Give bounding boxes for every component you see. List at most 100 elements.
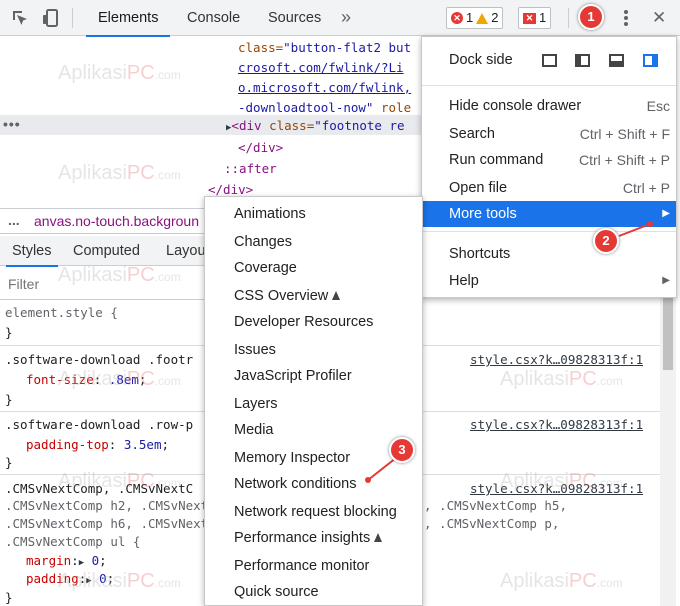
message-count: 1 [539,10,547,25]
dock-right-icon[interactable] [643,54,658,67]
tool-media[interactable]: Media [234,422,274,438]
rule-source-link[interactable]: style.csx?k…09828313f:1 [470,352,643,367]
expand-triangle-icon[interactable]: ▶ [79,558,84,568]
tool-network-request-blocking[interactable]: Network request blocking [234,504,397,520]
dom-line[interactable]: o.microsoft.com/fwlink, [238,80,411,95]
dom-line[interactable]: class="button-flat2 but [238,40,411,55]
dom-line[interactable]: crosoft.com/fwlink/?Li [238,60,404,75]
css-value[interactable]: 0 [99,571,107,586]
menu-item-open-file[interactable]: Open file Ctrl + P [422,175,676,201]
expand-triangle-icon[interactable]: ▶ [86,576,91,586]
more-tabs-icon[interactable]: » [341,0,351,36]
tool-label: Performance insights [234,530,371,546]
tool-animations[interactable]: Animations [234,206,306,222]
close-devtools-icon[interactable]: ✕ [652,0,666,36]
toolbar-divider [72,8,73,28]
dom-line-selected[interactable]: ▶<div class="footnote re [226,118,405,133]
rule-close-brace: } [5,455,13,470]
dom-line[interactable]: </div> [208,182,253,197]
tool-developer-resources[interactable]: Developer Resources [234,314,373,330]
tab-layout[interactable]: Layou [166,236,206,266]
rule-close-brace: } [5,590,13,605]
menu-separator [422,85,676,86]
scrollbar-thumb[interactable] [663,290,673,370]
kebab-menu-icon[interactable] [616,8,636,28]
rule-selector: .software-download .footr [5,352,194,367]
dom-line[interactable]: ::after [224,161,277,176]
error-count: 1 [466,10,474,25]
attr-value: "button-flat2 but [283,40,412,55]
rule-source-link[interactable]: style.csx?k…09828313f:1 [470,481,643,496]
tab-computed[interactable]: Computed [73,236,140,266]
dom-link[interactable]: o.microsoft.com/fwlink, [238,80,411,95]
css-property: padding [26,571,79,586]
customize-devtools-menu: Dock side Hide console drawer Esc Search C… [421,36,677,298]
css-declaration[interactable]: padding:▶ 0; [26,571,114,586]
message-icon: ✕ [523,12,536,24]
attr-value: "footnote re [314,118,405,133]
menu-item-help[interactable]: Help ▶ [422,268,676,294]
rule-selector: , .CMSvNextComp h5, [424,498,567,513]
menu-item-more-tools[interactable]: More tools ▶ [422,201,676,227]
tab-console[interactable]: Console [187,0,240,36]
tool-performance-monitor[interactable]: Performance monitor [234,558,369,574]
tool-javascript-profiler[interactable]: JavaScript Profiler [234,368,352,384]
breadcrumb-item[interactable]: anvas.no-touch.backgroun [34,213,199,229]
callout-3: 3 [389,437,415,463]
dom-line[interactable]: -downloadtool-now" role [238,100,411,115]
messages-counter[interactable]: ✕ 1 [518,7,552,29]
menu-item-shortcuts[interactable]: Shortcuts [422,241,676,267]
css-declaration[interactable]: padding-top: 3.5em; [26,437,169,452]
issues-counter[interactable]: ✕ 1 2 [446,7,504,29]
tag-name: </div> [208,182,254,197]
dom-line[interactable]: </div> [238,140,283,155]
css-declaration[interactable]: font-size: .8em; [26,372,146,387]
tool-memory-inspector[interactable]: Memory Inspector [234,450,350,466]
inspect-element-icon[interactable] [10,8,30,28]
tag-name: <div [231,118,270,133]
tab-styles[interactable]: Styles [6,236,57,267]
menu-item-run-command[interactable]: Run command Ctrl + Shift + P [422,147,676,173]
css-property: font-size [26,372,94,387]
tool-coverage[interactable]: Coverage [234,260,297,276]
dom-row-actions-icon[interactable]: ••• [3,116,21,132]
tool-css-overview[interactable]: CSS Overview [234,288,341,304]
tool-layers[interactable]: Layers [234,396,278,412]
styles-filter-input[interactable] [8,274,208,294]
css-value[interactable]: .8em [109,372,139,387]
device-toolbar-icon[interactable] [42,8,62,28]
menu-item-hide-console-drawer[interactable]: Hide console drawer Esc [422,93,676,119]
tab-sources[interactable]: Sources [268,0,321,36]
css-value[interactable]: 0 [92,553,100,568]
dom-link[interactable]: crosoft.com/fwlink/?Li [238,60,404,75]
experimental-flask-icon [374,533,383,542]
tab-elements[interactable]: Elements [85,0,172,37]
menu-item-search[interactable]: Search Ctrl + Shift + F [422,121,676,147]
menu-separator [422,231,676,232]
tool-network-conditions[interactable]: Network conditions [234,476,357,492]
css-value[interactable]: 3.5em [124,437,162,452]
error-icon: ✕ [451,12,463,24]
attr-name: class= [238,40,284,55]
warning-icon [476,12,489,24]
tool-changes[interactable]: Changes [234,234,292,250]
dock-bottom-icon[interactable] [609,54,624,67]
submenu-arrow-icon: ▶ [662,275,670,286]
tool-quick-source[interactable]: Quick source [234,584,319,600]
dock-left-icon[interactable] [575,54,590,67]
tool-performance-insights[interactable]: Performance insights [234,530,383,546]
more-tools-submenu: Animations Changes Coverage CSS Overview… [204,196,423,606]
undock-icon[interactable] [542,54,557,67]
css-declaration[interactable]: margin:▶ 0; [26,553,107,568]
warning-count: 2 [491,10,499,25]
rule-selector: .CMSvNextComp ul { [5,534,141,549]
rule-source-link[interactable]: style.csx?k…09828313f:1 [470,417,643,432]
watermark: AplikasiPC.com [500,368,623,390]
rule-selector: .CMSvNextComp h2, .CMSvNext [5,498,209,513]
breadcrumb-overflow-icon[interactable]: ... [8,212,20,228]
pseudo-element: ::after [224,161,277,176]
tool-issues[interactable]: Issues [234,342,276,358]
watermark: AplikasiPC.com [58,62,181,84]
attr-value: -downloadtool-now" [238,100,374,115]
submenu-arrow-icon: ▶ [662,208,670,219]
